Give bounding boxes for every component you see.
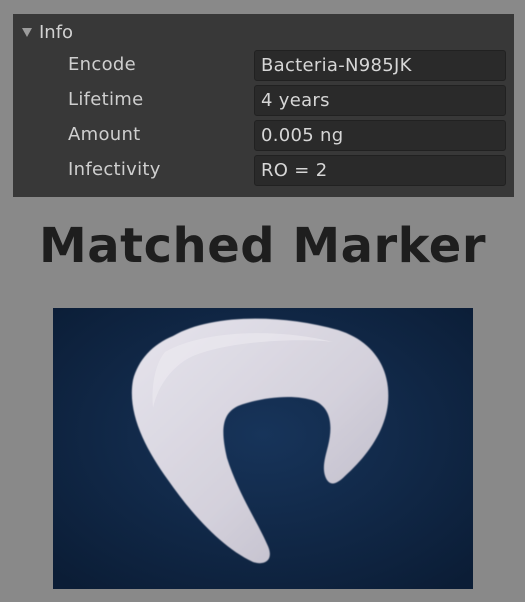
info-row-lifetime: Lifetime 4 years: [13, 85, 514, 117]
triangle-down-icon[interactable]: [22, 28, 32, 37]
marker-image: [53, 308, 473, 589]
encode-label: Encode: [68, 54, 136, 75]
info-foldout[interactable]: Info: [22, 20, 73, 44]
lifetime-label: Lifetime: [68, 89, 144, 110]
info-row-encode: Encode Bacteria-N985JK: [13, 50, 514, 82]
marker-preview-svg: [53, 308, 473, 589]
info-row-amount: Amount 0.005 ng: [13, 120, 514, 152]
infectivity-label: Infectivity: [68, 159, 161, 180]
lifetime-field[interactable]: 4 years: [254, 85, 506, 116]
info-foldout-label: Info: [39, 21, 74, 43]
amount-label: Amount: [68, 124, 141, 145]
amount-field[interactable]: 0.005 ng: [254, 120, 506, 151]
matched-marker-title: Matched Marker: [38, 218, 487, 274]
encode-field[interactable]: Bacteria-N985JK: [254, 50, 506, 81]
infectivity-field[interactable]: RO = 2: [254, 155, 506, 186]
info-row-infectivity: Infectivity RO = 2: [13, 155, 514, 187]
info-panel: Info Encode Bacteria-N985JK Lifetime 4 y…: [13, 14, 514, 197]
